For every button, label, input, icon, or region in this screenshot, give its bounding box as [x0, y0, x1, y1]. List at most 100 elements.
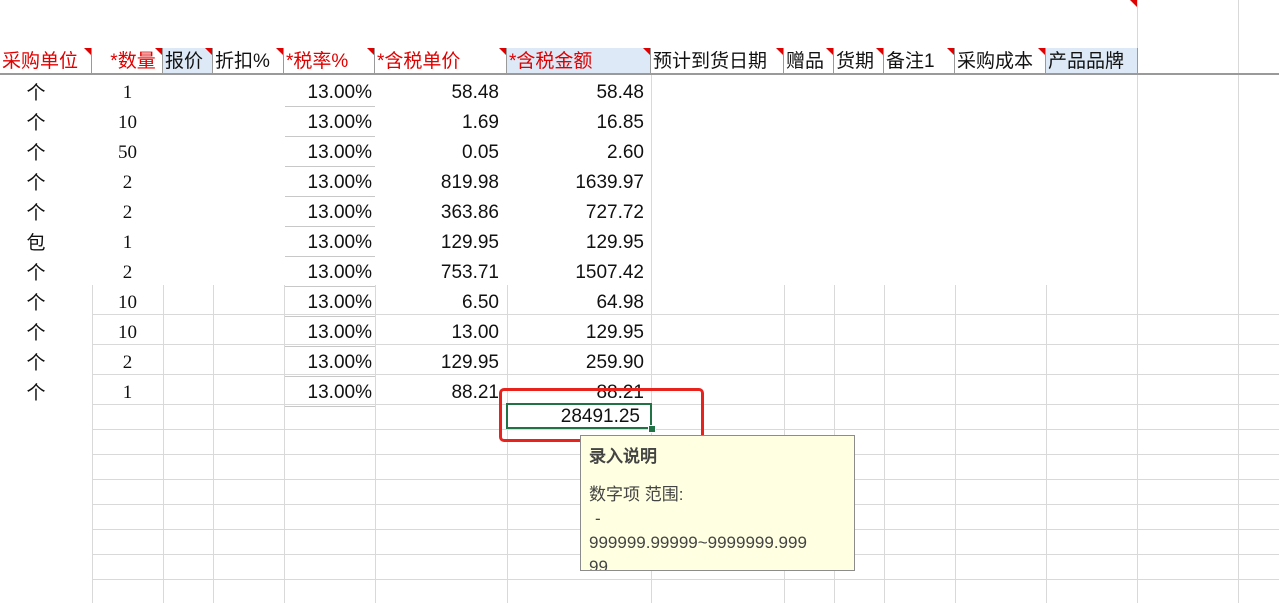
comment-indicator-icon: [643, 48, 650, 55]
tooltip-line: 999999.99999~9999999.999: [589, 533, 807, 552]
header-lead-time[interactable]: 货期: [834, 48, 884, 73]
header-quantity[interactable]: *数量: [92, 48, 163, 73]
amount-cell[interactable]: 727.72: [507, 197, 647, 227]
gridline: [1238, 0, 1239, 603]
unit-price-cell[interactable]: 129.95: [375, 347, 502, 377]
unit-cell[interactable]: 个: [0, 107, 72, 137]
header-gift[interactable]: 赠品: [784, 48, 834, 73]
unit-cell[interactable]: 包: [0, 227, 72, 257]
comment-indicator-icon: [367, 48, 374, 55]
tax-rate-cell[interactable]: 13.00%: [284, 77, 375, 107]
unit-price-cell[interactable]: 363.86: [375, 197, 502, 227]
header-label: 赠品: [786, 51, 825, 72]
tooltip-line: 数字项 范围:: [589, 485, 684, 504]
input-hint-tooltip: 录入说明 数字项 范围: - 999999.99999~9999999.999 …: [580, 435, 855, 571]
comment-indicator-icon: [826, 48, 833, 55]
comment-indicator-icon: [205, 48, 212, 55]
unit-cell[interactable]: 个: [0, 377, 72, 407]
unit-cell[interactable]: 个: [0, 137, 72, 167]
quantity-cell[interactable]: 2: [92, 197, 163, 227]
unit-price-cell[interactable]: 1.69: [375, 107, 502, 137]
unit-cell[interactable]: 个: [0, 197, 72, 227]
tooltip-title: 录入说明: [589, 447, 657, 466]
unit-price-cell[interactable]: 88.21: [375, 377, 502, 407]
header-label: *数量: [110, 51, 156, 72]
gridline: [213, 285, 214, 603]
unit-cell[interactable]: 个: [0, 287, 72, 317]
quantity-cell[interactable]: 1: [92, 77, 163, 107]
unit-price-cell[interactable]: 13.00: [375, 317, 502, 347]
unit-price-cell[interactable]: 819.98: [375, 167, 502, 197]
tax-rate-cell[interactable]: 13.00%: [284, 257, 375, 287]
header-purchase-cost[interactable]: 采购成本: [955, 48, 1046, 73]
quantity-cell[interactable]: 10: [92, 287, 163, 317]
gridline: [163, 285, 164, 603]
tax-rate-cell[interactable]: 13.00%: [284, 377, 375, 407]
gridline: [884, 285, 885, 603]
gridline: [92, 314, 1279, 315]
quantity-cell[interactable]: 2: [92, 347, 163, 377]
unit-price-cell[interactable]: 129.95: [375, 227, 502, 257]
comment-indicator-icon: [499, 48, 506, 55]
tax-rate-cell[interactable]: 13.00%: [284, 347, 375, 377]
tax-rate-cell[interactable]: 13.00%: [284, 197, 375, 227]
unit-cell[interactable]: 个: [0, 77, 72, 107]
header-amount-incl-tax[interactable]: *含税金额: [507, 48, 651, 73]
header-label: 采购成本: [957, 51, 1034, 72]
comment-indicator-icon: [276, 48, 283, 55]
quantity-cell[interactable]: 50: [92, 137, 163, 167]
quantity-cell[interactable]: 10: [92, 107, 163, 137]
amount-cell[interactable]: 64.98: [507, 287, 647, 317]
header-tax-rate[interactable]: *税率%: [284, 48, 375, 73]
header-label: 产品品牌: [1048, 51, 1125, 72]
amount-cell[interactable]: 1507.42: [507, 257, 647, 287]
gridline: [1137, 0, 1138, 603]
unit-cell[interactable]: 个: [0, 347, 72, 377]
quantity-cell[interactable]: 10: [92, 317, 163, 347]
tax-rate-cell[interactable]: 13.00%: [284, 137, 375, 167]
tax-rate-cell[interactable]: 13.00%: [284, 167, 375, 197]
tax-rate-cell[interactable]: 13.00%: [284, 107, 375, 137]
header-row: 采购单位 *数量 报价 折扣% *税率% *含税单价 *含税金额 预计到货日期 …: [0, 48, 1138, 74]
unit-cell[interactable]: 个: [0, 317, 72, 347]
header-expected-arrival-date[interactable]: 预计到货日期: [651, 48, 784, 73]
amount-cell[interactable]: 259.90: [507, 347, 647, 377]
header-label: *税率%: [286, 51, 349, 72]
amount-cell[interactable]: 129.95: [507, 317, 647, 347]
amount-cell[interactable]: 129.95: [507, 227, 647, 257]
quantity-cell[interactable]: 1: [92, 377, 163, 407]
header-label: 采购单位: [2, 51, 79, 72]
comment-indicator-icon: [947, 48, 954, 55]
unit-cell[interactable]: 个: [0, 167, 72, 197]
quantity-cell[interactable]: 1: [92, 227, 163, 257]
amount-cell[interactable]: 2.60: [507, 137, 647, 167]
gridline: [1046, 285, 1047, 603]
amount-cell[interactable]: 1639.97: [507, 167, 647, 197]
header-purchase-unit[interactable]: 采购单位: [0, 48, 92, 73]
unit-cell[interactable]: 个: [0, 257, 72, 287]
header-product-brand[interactable]: 产品品牌: [1046, 48, 1138, 73]
comment-indicator-icon: [776, 48, 783, 55]
unit-price-cell[interactable]: 6.50: [375, 287, 502, 317]
comment-indicator-icon: [84, 48, 91, 55]
amount-cell[interactable]: 58.48: [507, 77, 647, 107]
quantity-cell[interactable]: 2: [92, 257, 163, 287]
header-label: 货期: [836, 51, 875, 72]
header-unit-price-incl-tax[interactable]: *含税单价: [375, 48, 507, 73]
unit-price-cell[interactable]: 753.71: [375, 257, 502, 287]
quantity-cell[interactable]: 2: [92, 167, 163, 197]
unit-price-cell[interactable]: 58.48: [375, 77, 502, 107]
unit-price-cell[interactable]: 0.05: [375, 137, 502, 167]
header-discount[interactable]: 折扣%: [213, 48, 284, 73]
tax-rate-cell[interactable]: 13.00%: [284, 317, 375, 347]
header-quote[interactable]: 报价: [163, 48, 213, 73]
header-note1[interactable]: 备注1: [884, 48, 955, 73]
amount-cell[interactable]: 16.85: [507, 107, 647, 137]
comment-indicator-icon: [1038, 48, 1045, 55]
header-label: 预计到货日期: [653, 51, 768, 72]
tooltip-line: -: [595, 509, 601, 528]
tax-rate-cell[interactable]: 13.00%: [284, 287, 375, 317]
cell-border: [285, 406, 375, 407]
tax-rate-cell[interactable]: 13.00%: [284, 227, 375, 257]
spreadsheet: 采购单位 *数量 报价 折扣% *税率% *含税单价 *含税金额 预计到货日期 …: [0, 0, 1279, 603]
